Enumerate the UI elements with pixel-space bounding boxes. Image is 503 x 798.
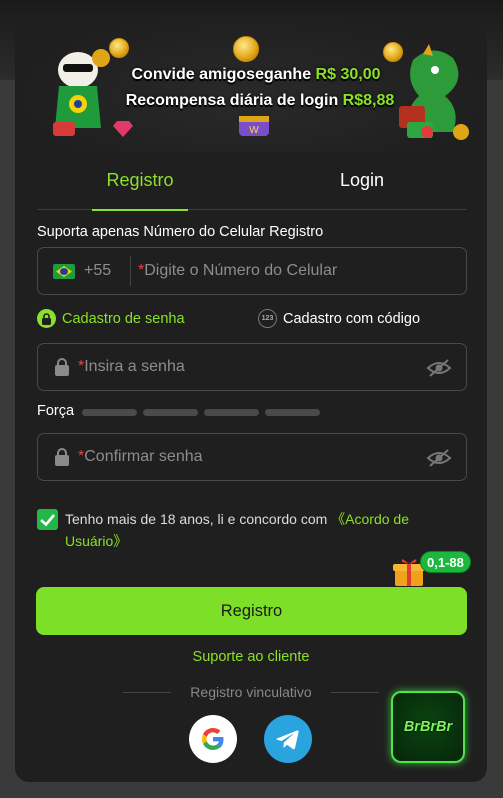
- password-field[interactable]: *Insira a senha: [37, 343, 467, 391]
- lock-badge-icon: [37, 309, 56, 328]
- phone-input-placeholder[interactable]: *Digite o Número do Celular: [138, 262, 337, 280]
- phone-hint: Suporta apenas Número do Celular Registr…: [37, 224, 324, 240]
- tab-registro[interactable]: Registro: [92, 167, 188, 211]
- telegram-icon: [276, 730, 299, 750]
- confirm-input-placeholder[interactable]: *Confirmar senha: [78, 448, 203, 466]
- eye-off-icon[interactable]: [426, 448, 452, 468]
- strength-bar: [143, 409, 198, 416]
- coin-icon: [109, 38, 129, 58]
- money-bag-icon: [407, 122, 433, 138]
- svg-text:W: W: [249, 125, 259, 136]
- strength-bar: [82, 409, 137, 416]
- password-register-option[interactable]: Cadastro de senha: [37, 309, 185, 328]
- gem-icon: [113, 121, 133, 137]
- strength-bar: [204, 409, 259, 416]
- auth-tabs: Registro Login: [37, 167, 467, 211]
- lock-icon: [55, 448, 69, 466]
- banner-daily-reward-text: Recompensa diária de login R$8,88: [125, 92, 395, 109]
- treasure-chest-icon: W: [239, 116, 269, 136]
- tab-login[interactable]: Login: [327, 167, 397, 210]
- phone-field[interactable]: +55 *Digite o Número do Celular: [37, 247, 467, 295]
- strength-bar: [265, 409, 320, 416]
- strength-label: Força: [37, 403, 75, 419]
- telegram-login-button[interactable]: [264, 715, 312, 763]
- coin-icon: [233, 36, 259, 62]
- numeric-code-icon: 123: [258, 309, 277, 328]
- agreement-checkbox[interactable]: [37, 509, 58, 530]
- agreement-text: Tenho mais de 18 anos, li e concordo com…: [65, 511, 409, 549]
- confirm-password-field[interactable]: *Confirmar senha: [37, 433, 467, 481]
- code-register-option[interactable]: 123 Cadastro com código: [258, 309, 420, 328]
- google-login-button[interactable]: [189, 715, 237, 763]
- brazil-flag-icon: [53, 264, 75, 279]
- tiger-mascot-icon: [53, 49, 110, 136]
- divider: [130, 256, 131, 286]
- code-register-label: Cadastro com código: [283, 310, 421, 327]
- promo-badge[interactable]: 0,1-88: [420, 551, 471, 573]
- promo-banner: W Convide amigoseganhe R$ 30,00 Recompen…: [15, 12, 487, 152]
- password-input-placeholder[interactable]: *Insira a senha: [78, 358, 185, 376]
- lock-icon: [55, 358, 69, 376]
- password-register-label: Cadastro de senha: [62, 310, 185, 327]
- check-icon: [40, 514, 55, 527]
- dial-code[interactable]: +55: [84, 262, 111, 280]
- google-icon: [202, 728, 224, 750]
- register-modal: W Convide amigoseganhe R$ 30,00 Recompen…: [15, 12, 487, 782]
- eye-off-icon[interactable]: [426, 358, 452, 378]
- banner-invite-text: Convide amigoseganhe R$ 30,00: [131, 66, 381, 83]
- brbrbr-floating-badge[interactable]: BrBrBr: [391, 691, 465, 763]
- register-button[interactable]: Registro: [36, 587, 467, 635]
- customer-support-link[interactable]: Suporte ao cliente: [15, 649, 487, 665]
